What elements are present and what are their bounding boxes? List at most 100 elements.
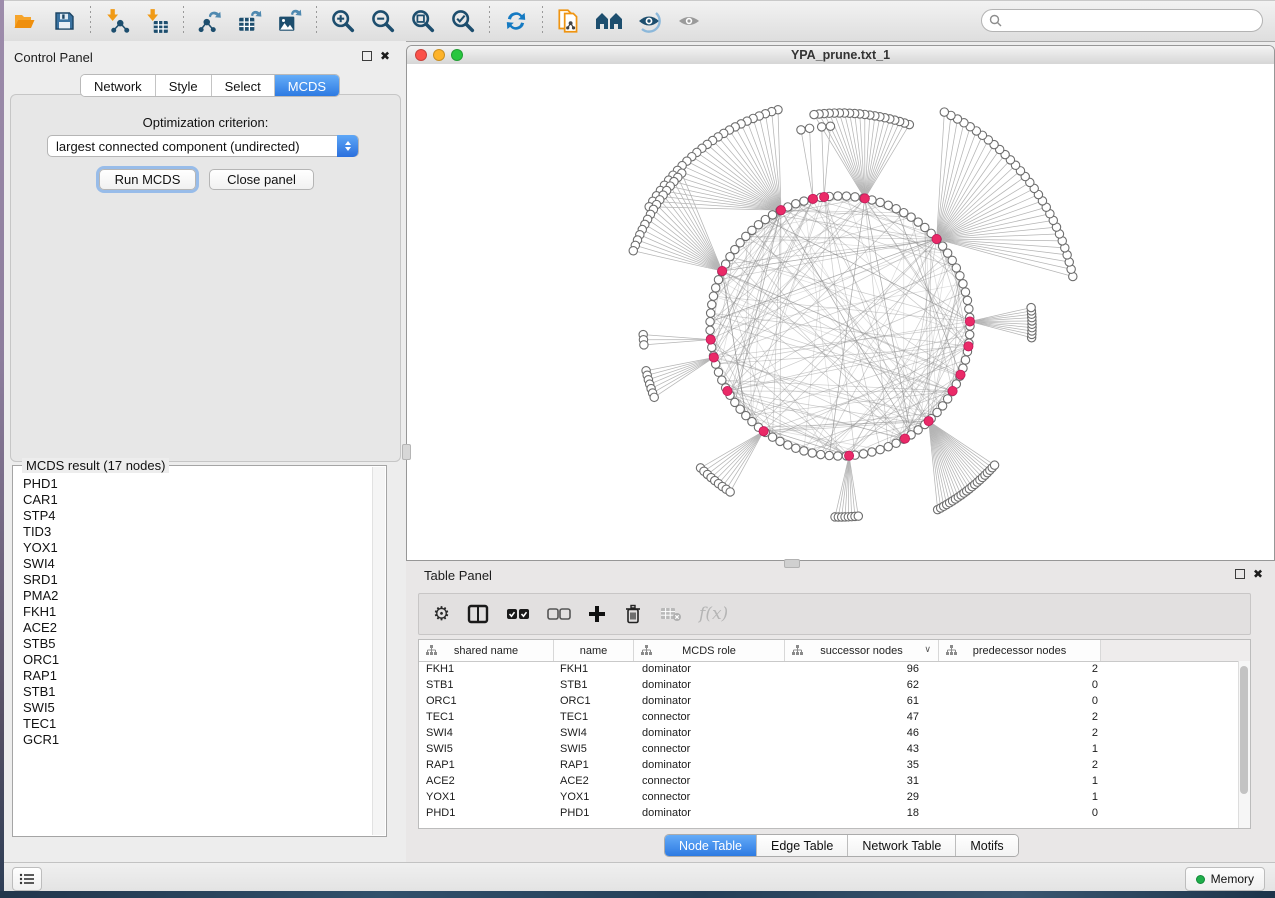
- tab-network-table[interactable]: Network Table: [848, 835, 956, 856]
- table-row[interactable]: PHD1PHD1dominator180: [419, 805, 1239, 821]
- export-network-icon[interactable]: [195, 7, 225, 35]
- network-node[interactable]: [709, 292, 717, 300]
- network-hub-node[interactable]: [956, 370, 965, 379]
- close-panel-icon[interactable]: ✖: [380, 51, 390, 61]
- memory-button[interactable]: Memory: [1185, 867, 1265, 891]
- network-hub-node[interactable]: [932, 234, 941, 243]
- task-history-button[interactable]: [12, 867, 42, 891]
- optimization-criterion-select[interactable]: largest connected component (undirected): [47, 135, 359, 157]
- binoculars-icon[interactable]: [594, 7, 624, 35]
- mcds-result-item[interactable]: PHD1: [23, 476, 373, 492]
- table-row[interactable]: ACE2ACE2connector311: [419, 773, 1239, 789]
- column-header-name[interactable]: name: [554, 640, 634, 661]
- table-row[interactable]: STB1STB1dominator620: [419, 677, 1239, 693]
- column-header-predecessor-nodes[interactable]: predecessor nodes: [939, 640, 1101, 661]
- tab-mcds[interactable]: MCDS: [275, 75, 339, 96]
- show-details-icon[interactable]: [674, 7, 704, 35]
- network-node[interactable]: [892, 439, 900, 447]
- table-row[interactable]: SWI4SWI4dominator462: [419, 725, 1239, 741]
- open-icon[interactable]: [9, 7, 39, 35]
- network-hub-node[interactable]: [706, 335, 715, 344]
- add-row-icon[interactable]: [588, 602, 606, 626]
- network-hub-node[interactable]: [718, 266, 727, 275]
- clone-network-icon[interactable]: [554, 7, 584, 35]
- float-panel-icon[interactable]: [1235, 569, 1245, 579]
- mcds-result-item[interactable]: ACE2: [23, 620, 373, 636]
- export-table-icon[interactable]: [235, 7, 265, 35]
- close-panel-icon[interactable]: ✖: [1253, 569, 1263, 579]
- network-node[interactable]: [792, 444, 800, 452]
- network-node[interactable]: [834, 192, 842, 200]
- mcds-result-item[interactable]: YOX1: [23, 540, 373, 556]
- network-canvas[interactable]: [407, 64, 1274, 560]
- mcds-result-item[interactable]: GCR1: [23, 732, 373, 748]
- network-node[interactable]: [817, 450, 825, 458]
- network-node[interactable]: [965, 305, 973, 313]
- network-node[interactable]: [718, 376, 726, 384]
- mcds-result-item[interactable]: CAR1: [23, 492, 373, 508]
- mcds-result-item[interactable]: TID3: [23, 524, 373, 540]
- mcds-result-item[interactable]: ORC1: [23, 652, 373, 668]
- mcds-result-item[interactable]: SRD1: [23, 572, 373, 588]
- show-columns-icon[interactable]: [467, 602, 489, 626]
- zoom-out-icon[interactable]: [368, 7, 398, 35]
- vertical-splitter-handle[interactable]: [402, 444, 411, 460]
- network-hub-node[interactable]: [808, 194, 817, 203]
- network-node[interactable]: [726, 488, 734, 496]
- network-node[interactable]: [808, 449, 816, 457]
- select-stepper-icon[interactable]: [337, 135, 358, 157]
- network-node[interactable]: [876, 198, 884, 206]
- network-node[interactable]: [959, 280, 967, 288]
- zoom-selected-icon[interactable]: [448, 7, 478, 35]
- network-node[interactable]: [868, 448, 876, 456]
- run-mcds-button[interactable]: Run MCDS: [99, 169, 196, 190]
- tab-network[interactable]: Network: [81, 75, 156, 96]
- network-node[interactable]: [810, 110, 818, 118]
- network-node[interactable]: [851, 193, 859, 201]
- network-node[interactable]: [640, 341, 648, 349]
- network-node[interactable]: [714, 276, 722, 284]
- network-node[interactable]: [817, 123, 825, 131]
- network-node[interactable]: [650, 393, 658, 401]
- network-node[interactable]: [990, 461, 998, 469]
- network-node[interactable]: [706, 318, 714, 326]
- table-row[interactable]: TEC1TEC1connector472: [419, 709, 1239, 725]
- column-header-shared-name[interactable]: shared name: [419, 640, 554, 661]
- network-hub-node[interactable]: [924, 416, 933, 425]
- column-header-mcds-role[interactable]: MCDS role: [634, 640, 785, 661]
- mcds-result-item[interactable]: PMA2: [23, 588, 373, 604]
- search-box[interactable]: [981, 9, 1263, 32]
- table-row[interactable]: FKH1FKH1dominator962: [419, 661, 1239, 677]
- close-panel-button[interactable]: Close panel: [209, 169, 314, 190]
- network-node[interactable]: [900, 209, 908, 217]
- network-node[interactable]: [963, 296, 971, 304]
- tab-node-table[interactable]: Node Table: [665, 835, 757, 856]
- network-window-titlebar[interactable]: YPA_prune.txt_1: [407, 46, 1274, 65]
- hide-details-icon[interactable]: [634, 7, 664, 35]
- table-row[interactable]: YOX1YOX1connector291: [419, 789, 1239, 805]
- network-hub-node[interactable]: [723, 386, 732, 395]
- mcds-result-item[interactable]: STB5: [23, 636, 373, 652]
- mcds-result-item[interactable]: RAP1: [23, 668, 373, 684]
- network-hub-node[interactable]: [820, 192, 829, 201]
- network-node[interactable]: [712, 284, 720, 292]
- network-hub-node[interactable]: [860, 194, 869, 203]
- network-node[interactable]: [708, 300, 716, 308]
- mcds-result-item[interactable]: SWI5: [23, 700, 373, 716]
- horizontal-splitter-handle[interactable]: [784, 559, 800, 568]
- settings-icon[interactable]: ⚙: [433, 602, 450, 626]
- network-hub-node[interactable]: [965, 317, 974, 326]
- save-icon[interactable]: [49, 7, 79, 35]
- network-node[interactable]: [842, 192, 850, 200]
- table-row[interactable]: RAP1RAP1dominator352: [419, 757, 1239, 773]
- network-node[interactable]: [1027, 303, 1035, 311]
- tab-style[interactable]: Style: [156, 75, 212, 96]
- network-hub-node[interactable]: [964, 342, 973, 351]
- network-node[interactable]: [834, 452, 842, 460]
- network-node[interactable]: [876, 445, 884, 453]
- network-hub-node[interactable]: [900, 434, 909, 443]
- network-hub-node[interactable]: [776, 206, 785, 215]
- network-hub-node[interactable]: [844, 451, 853, 460]
- network-node[interactable]: [859, 450, 867, 458]
- mcds-result-item[interactable]: STB1: [23, 684, 373, 700]
